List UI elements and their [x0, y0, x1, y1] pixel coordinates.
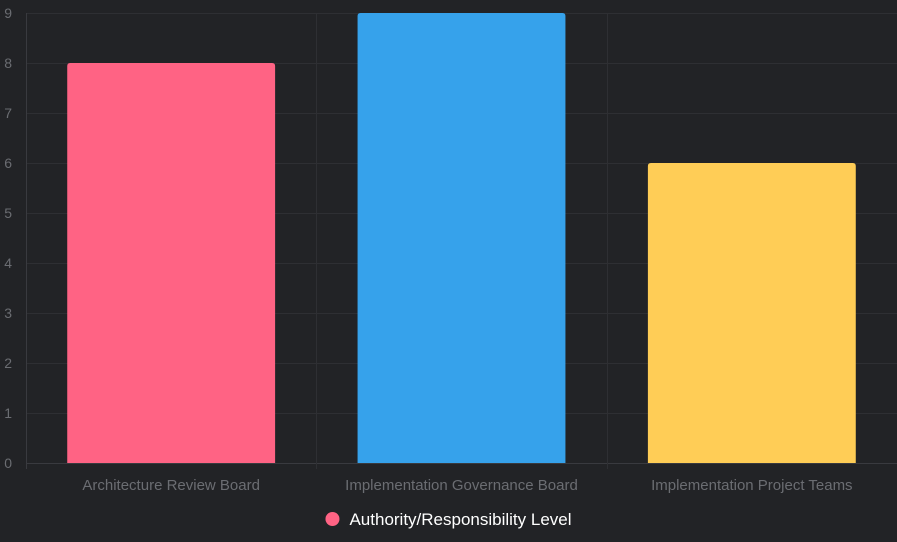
- y-tick-label: 9: [4, 5, 12, 21]
- y-axis-ticks: 0 1 2 3 4 5 6 7 8 9: [4, 5, 12, 471]
- y-tick-label: 2: [4, 355, 12, 371]
- bar[interactable]: [647, 163, 856, 463]
- y-tick-label: 3: [4, 305, 12, 321]
- y-tick-label: 8: [4, 55, 12, 71]
- y-tick-label: 0: [4, 455, 12, 471]
- y-tick-label: 7: [4, 105, 12, 121]
- y-tick-label: 1: [4, 405, 12, 421]
- chart-container: 0 1 2 3 4 5 6 7 8 9 Architecture Review Board Impl…: [0, 0, 897, 542]
- bar-chart: 0 1 2 3 4 5 6 7 8 9 Architecture Review Board Impl…: [4, 5, 897, 529]
- y-tick-label: 6: [4, 155, 12, 171]
- x-category-label: Architecture Review Board: [82, 477, 260, 494]
- legend-label: Authority/Responsibility Level: [349, 510, 571, 529]
- legend-marker: [325, 512, 340, 526]
- bar[interactable]: [67, 63, 276, 463]
- y-tick-label: 4: [4, 255, 12, 271]
- x-axis-labels: Architecture Review Board Implementation …: [82, 477, 852, 494]
- legend[interactable]: Authority/Responsibility Level: [325, 510, 572, 529]
- x-category-label: Implementation Governance Board: [345, 477, 578, 494]
- y-tick-label: 5: [4, 205, 12, 221]
- x-category-label: Implementation Project Teams: [651, 477, 852, 494]
- bar[interactable]: [357, 13, 566, 463]
- bars: [67, 13, 856, 463]
